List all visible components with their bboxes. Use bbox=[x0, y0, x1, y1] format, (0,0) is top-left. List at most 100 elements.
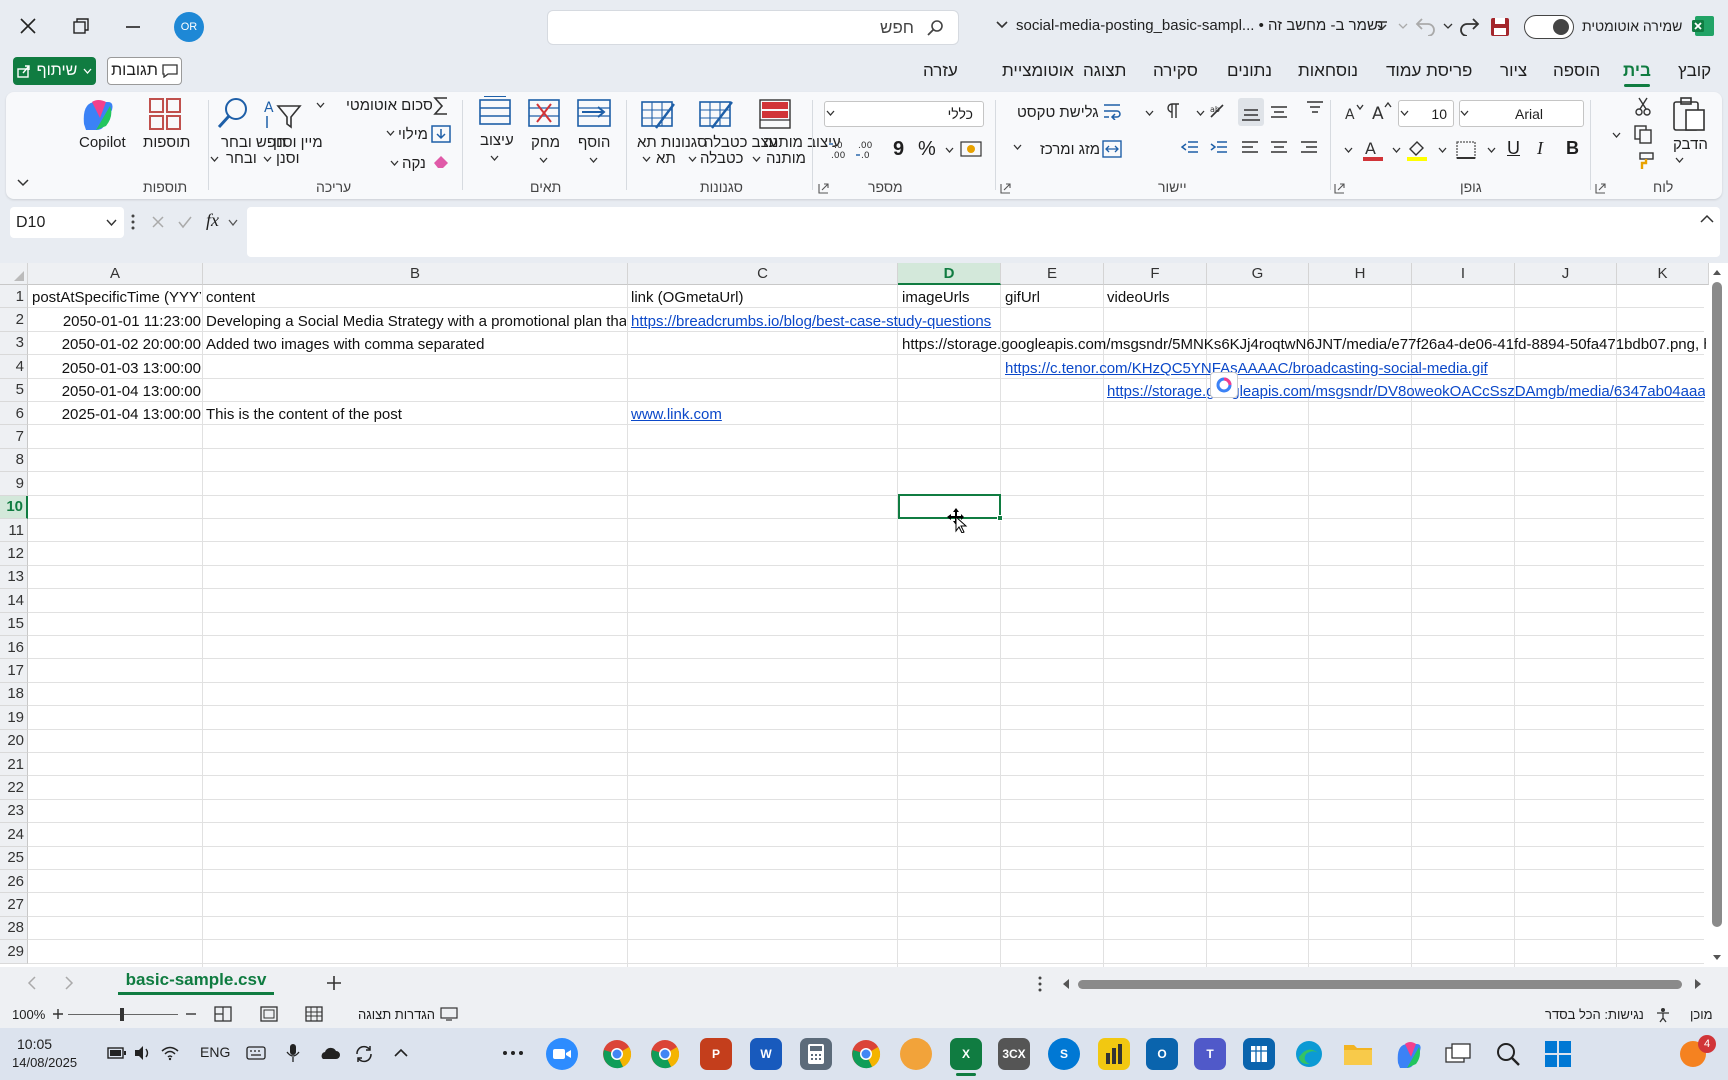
copilot-float-icon[interactable] bbox=[1210, 372, 1238, 398]
taskbar-date[interactable]: 14/08/2025 bbox=[12, 1055, 77, 1070]
save-icon[interactable] bbox=[1490, 17, 1510, 37]
user-avatar[interactable]: OR bbox=[174, 12, 204, 42]
tab-page-layout[interactable]: פריסת עמוד bbox=[1386, 61, 1472, 81]
autosum-label[interactable]: סכום אוטומטי bbox=[346, 97, 433, 114]
row-header[interactable]: 22 bbox=[0, 776, 28, 800]
scroll-up-icon[interactable] bbox=[1712, 268, 1722, 276]
cut-icon[interactable] bbox=[1634, 96, 1652, 116]
merge-center-icon[interactable] bbox=[1102, 140, 1122, 158]
onedrive-icon[interactable] bbox=[318, 1046, 340, 1060]
autosum-icon[interactable] bbox=[433, 96, 449, 116]
format-cells-icon[interactable] bbox=[478, 96, 512, 128]
column-header[interactable]: I bbox=[1412, 263, 1515, 285]
chevron-down-icon[interactable] bbox=[316, 102, 325, 108]
fill-label[interactable]: מילוי bbox=[398, 126, 428, 143]
tab-insert[interactable]: הוספה bbox=[1553, 61, 1600, 81]
comma-style-button[interactable]: 9 bbox=[893, 138, 904, 161]
search-taskbar-icon[interactable] bbox=[1492, 1038, 1524, 1070]
increase-indent-icon[interactable] bbox=[1210, 140, 1228, 156]
cell-D3[interactable]: https://storage.googleapis.com/msgsndr/5… bbox=[902, 333, 1706, 356]
windows-start-icon[interactable] bbox=[1542, 1038, 1574, 1070]
cell-E1[interactable]: gifUrl bbox=[1005, 286, 1103, 309]
title-dropdown-icon[interactable] bbox=[995, 20, 1009, 30]
scroll-left-icon[interactable] bbox=[1062, 978, 1070, 990]
show-hidden-icons-icon[interactable] bbox=[394, 1048, 408, 1058]
row-header[interactable]: 7 bbox=[0, 425, 28, 449]
chevron-down-icon[interactable] bbox=[1612, 132, 1621, 138]
fill-handle[interactable] bbox=[997, 515, 1003, 521]
chevron-down-icon[interactable] bbox=[1013, 144, 1022, 150]
chevron-down-icon[interactable] bbox=[390, 160, 399, 166]
zoom-app-icon[interactable] bbox=[546, 1038, 578, 1070]
scroll-down-icon[interactable] bbox=[1712, 954, 1722, 962]
restore-icon[interactable] bbox=[72, 17, 90, 35]
text-direction-icon[interactable] bbox=[1164, 102, 1184, 120]
insert-cells-icon[interactable] bbox=[576, 98, 612, 128]
teams-calendar-icon[interactable] bbox=[1243, 1038, 1275, 1070]
align-bottom-button[interactable] bbox=[1238, 98, 1264, 126]
accessibility-status[interactable]: נגישות: הכל בסדר bbox=[1545, 1007, 1644, 1022]
addins-icon[interactable] bbox=[148, 97, 182, 131]
column-header[interactable]: C bbox=[628, 263, 898, 285]
share-button[interactable]: שיתוף bbox=[13, 57, 96, 85]
row-header[interactable]: 2 bbox=[0, 308, 28, 332]
cell-B3[interactable]: Added two images with comma separated bbox=[206, 333, 626, 356]
italic-button[interactable]: I bbox=[1537, 138, 1543, 159]
row-header[interactable]: 21 bbox=[0, 753, 28, 777]
more-options-icon[interactable] bbox=[131, 214, 135, 230]
accessibility-icon[interactable] bbox=[1655, 1007, 1671, 1023]
normal-view-icon[interactable] bbox=[305, 1006, 323, 1022]
row-header[interactable]: 11 bbox=[0, 519, 28, 543]
cancel-icon[interactable] bbox=[151, 215, 165, 229]
row-header[interactable]: 27 bbox=[0, 893, 28, 917]
close-icon[interactable] bbox=[18, 16, 38, 36]
chevron-down-icon[interactable] bbox=[106, 219, 117, 226]
battery-icon[interactable] bbox=[107, 1046, 127, 1060]
add-sheet-icon[interactable] bbox=[326, 975, 342, 991]
cell-A4[interactable]: 2050-01-03 13:00:00 bbox=[30, 357, 201, 380]
copilot-icon[interactable] bbox=[78, 96, 116, 130]
cell-F5-link[interactable]: https://storage.googleapis.com/msgsndr/D… bbox=[1107, 380, 1705, 403]
cell-A1[interactable]: postAtSpecificTime (YYYY-MM-DD HH:mm:ss) bbox=[32, 286, 201, 309]
row-header[interactable]: 3 bbox=[0, 331, 28, 356]
row-header[interactable]: 8 bbox=[0, 448, 28, 473]
tab-review[interactable]: סקירה bbox=[1153, 61, 1198, 81]
autosave-toggle[interactable] bbox=[1524, 15, 1574, 39]
chrome-profile-icon[interactable] bbox=[649, 1038, 681, 1070]
calculator-icon[interactable] bbox=[800, 1038, 832, 1070]
chevron-down-icon[interactable] bbox=[1392, 147, 1401, 153]
word-icon[interactable]: W bbox=[750, 1038, 782, 1070]
powerpoint-icon[interactable]: P bbox=[700, 1038, 732, 1070]
tab-home[interactable]: בית bbox=[1623, 61, 1651, 81]
percent-style-button[interactable]: % bbox=[918, 138, 936, 161]
undo-dropdown-icon[interactable] bbox=[1398, 22, 1408, 30]
tab-data[interactable]: נתונים bbox=[1227, 61, 1272, 81]
formula-input[interactable] bbox=[247, 207, 1720, 257]
align-center-icon[interactable] bbox=[1270, 140, 1288, 156]
increase-font-size-icon[interactable]: A bbox=[1372, 101, 1392, 121]
sheet-tab[interactable]: basic-sample.csv bbox=[118, 967, 274, 995]
edge-icon[interactable] bbox=[1293, 1038, 1325, 1070]
cell-A6[interactable]: 2025-01-04 13:00:00 bbox=[30, 403, 201, 426]
chrome-profile-icon[interactable] bbox=[601, 1038, 633, 1070]
cell-F1[interactable]: videoUrls bbox=[1107, 286, 1205, 309]
wrap-text-icon[interactable] bbox=[1103, 102, 1123, 120]
zoom-slider-thumb[interactable] bbox=[120, 1008, 124, 1021]
borders-icon[interactable] bbox=[1456, 141, 1476, 159]
paste-icon[interactable] bbox=[1672, 96, 1708, 132]
cell-styles-icon[interactable] bbox=[640, 98, 678, 132]
align-top-icon[interactable] bbox=[1306, 100, 1324, 116]
row-header[interactable]: 19 bbox=[0, 706, 28, 730]
column-header[interactable]: E bbox=[1001, 263, 1104, 285]
cell-A5[interactable]: 2050-01-04 13:00:00 bbox=[30, 380, 201, 403]
enter-icon[interactable] bbox=[177, 215, 193, 229]
row-header[interactable]: 4 bbox=[0, 355, 28, 379]
page-break-view-icon[interactable] bbox=[214, 1006, 232, 1022]
chevron-down-icon[interactable] bbox=[1487, 147, 1496, 153]
delete-cells-icon[interactable] bbox=[527, 98, 561, 128]
number-format-select[interactable]: כללי bbox=[824, 101, 984, 127]
dialog-launcher-icon[interactable] bbox=[818, 183, 829, 194]
chevron-down-icon[interactable] bbox=[1438, 147, 1447, 153]
clear-label[interactable]: נקה bbox=[402, 155, 426, 172]
wifi-icon[interactable] bbox=[160, 1045, 180, 1061]
